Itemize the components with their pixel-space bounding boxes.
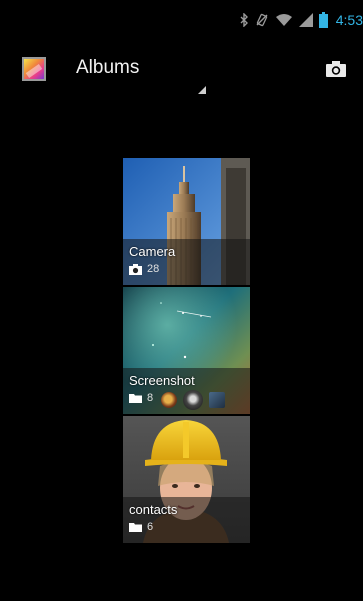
- action-bar: Albums: [8, 44, 363, 94]
- album-caption: Screenshot 8: [123, 368, 250, 414]
- album-name: contacts: [129, 502, 178, 517]
- thumbnail-image: [161, 392, 177, 408]
- album-caption: contacts 6: [123, 497, 250, 543]
- camera-icon: [129, 263, 142, 275]
- folder-icon: [129, 394, 142, 403]
- camera-button[interactable]: [321, 54, 351, 84]
- thumbnail-image: [183, 390, 203, 410]
- bluetooth-icon: [239, 11, 249, 29]
- folder-icon: [129, 523, 142, 532]
- album-contacts[interactable]: contacts 6: [123, 416, 250, 543]
- album-caption: Camera 28: [123, 239, 250, 285]
- album-count: 6: [147, 521, 154, 533]
- album-count: 8: [147, 392, 154, 404]
- spinner-dropdown-icon[interactable]: [198, 86, 206, 94]
- album-thumbnails: [161, 390, 225, 410]
- gallery-app-icon[interactable]: [22, 57, 46, 81]
- vibrate-muted-icon: [255, 11, 269, 29]
- album-name: Screenshot: [129, 373, 195, 388]
- wifi-icon: [275, 11, 293, 29]
- album-meta: 6: [129, 521, 153, 533]
- camera-icon: [326, 61, 346, 77]
- gallery-screen: 4:53 Albums Camera 28 Screenshot 8 conta…: [8, 8, 363, 601]
- album-meta: 8: [129, 392, 153, 404]
- thumbnail-image: [209, 392, 225, 408]
- album-grid: Camera 28 Screenshot 8 contacts 6: [123, 158, 250, 545]
- status-bar: 4:53: [8, 8, 363, 32]
- album-name: Camera: [129, 244, 176, 259]
- album-count: 28: [147, 263, 160, 275]
- album-spinner-title[interactable]: Albums: [76, 57, 139, 79]
- clock: 4:53: [335, 12, 363, 28]
- album-camera[interactable]: Camera 28: [123, 158, 250, 285]
- album-meta: 28: [129, 263, 159, 275]
- battery-icon: [318, 11, 328, 29]
- status-icons: 4:53: [239, 10, 363, 30]
- cell-signal-icon: [298, 11, 313, 29]
- album-screenshot[interactable]: Screenshot 8: [123, 287, 250, 414]
